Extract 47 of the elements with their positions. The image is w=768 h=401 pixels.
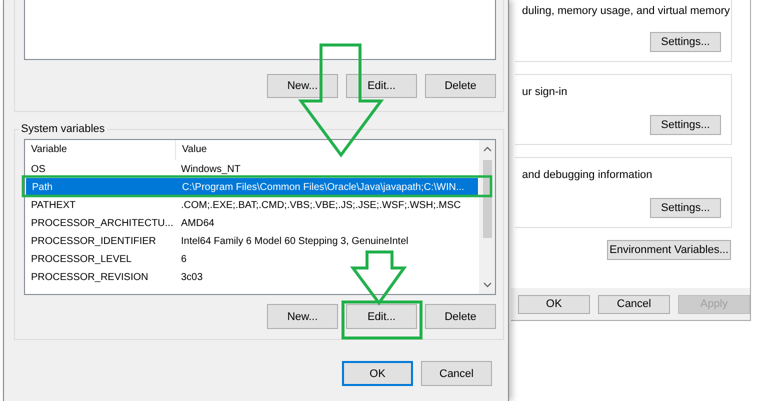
variable-row[interactable]: PATHEXT .COM;.EXE;.BAT;.CMD;.VBS;.VBE;.JS;.JSE;.WSF;.WSH;.MSC bbox=[25, 196, 479, 214]
table-cell-text: PROCESSOR_REVISION bbox=[30, 270, 150, 284]
user-variable-button[interactable]: Edit... bbox=[346, 74, 417, 98]
group-label: System variables bbox=[19, 122, 107, 136]
table-cell-text: Windows_NT bbox=[180, 162, 242, 176]
group-description: duling, memory usage, and virtual memory bbox=[522, 4, 730, 18]
system-variable-button[interactable]: Delete bbox=[425, 304, 496, 329]
settings-button[interactable]: Settings... bbox=[650, 115, 721, 135]
dialog-button[interactable]: Cancel bbox=[421, 361, 492, 386]
variable-row[interactable]: PROCESSOR_ARCHITECTU... AMD64 bbox=[25, 214, 479, 232]
group-description: and debugging information bbox=[522, 168, 652, 182]
system-variable-button[interactable]: New... bbox=[267, 304, 338, 329]
table-cell-text: Path bbox=[31, 180, 54, 194]
table-cell-text: OS bbox=[30, 162, 46, 176]
variable-row[interactable]: OS Windows_NT bbox=[25, 160, 479, 178]
column-header[interactable]: Value bbox=[176, 140, 479, 160]
variable-row[interactable]: Path C:\Program Files\Common Files\Oracle\Java\javapath;C:\WIN... bbox=[26, 178, 478, 196]
user-variables-list[interactable] bbox=[24, 0, 496, 60]
column-header[interactable]: Variable bbox=[25, 140, 176, 160]
user-variable-button[interactable]: New... bbox=[267, 74, 338, 98]
down-arrow-annotation bbox=[350, 250, 407, 306]
scroll-up-icon[interactable] bbox=[482, 145, 492, 154]
settings-button[interactable]: Settings... bbox=[650, 32, 721, 52]
dialog-button[interactable]: Cancel bbox=[598, 294, 670, 314]
table-cell-text: PATHEXT bbox=[30, 198, 77, 212]
table-cell-text: 3c03 bbox=[180, 270, 204, 284]
settings-button[interactable]: Settings... bbox=[650, 198, 721, 218]
variable-row[interactable]: PROCESSOR_IDENTIFIER Intel64 Family 6 Model 60 Stepping 3, GenuineIntel bbox=[25, 232, 479, 250]
dialog-button[interactable]: OK bbox=[342, 361, 413, 386]
variable-row[interactable]: PROCESSOR_REVISION 3c03 bbox=[25, 268, 479, 286]
user-variable-button[interactable]: Delete bbox=[425, 74, 496, 98]
table-cell-text: AMD64 bbox=[180, 216, 216, 230]
scroll-down-icon[interactable] bbox=[482, 280, 492, 289]
table-cell-text: C:\Program Files\Common Files\Oracle\Java\javapath;C:\WIN... bbox=[181, 180, 466, 194]
system-variable-button[interactable]: Edit... bbox=[346, 304, 417, 329]
table-cell-text: 6 bbox=[180, 252, 188, 266]
scrollbar[interactable] bbox=[479, 140, 495, 294]
table-cell-text: Intel64 Family 6 Model 60 Stepping 3, GenuineIntel bbox=[180, 234, 410, 248]
variable-row[interactable]: PROCESSOR_LEVEL 6 bbox=[25, 250, 479, 268]
scrollbar-thumb[interactable] bbox=[482, 160, 492, 238]
table-cell-text: PROCESSOR_IDENTIFIER bbox=[30, 234, 158, 248]
dialog-button[interactable]: OK bbox=[518, 294, 590, 314]
table-cell-text: .COM;.EXE;.BAT;.CMD;.VBS;.VBE;.JS;.JSE;.WSF;.WSH;.MSC bbox=[180, 198, 462, 212]
group-description: ur sign-in bbox=[522, 85, 568, 99]
table-cell-text: PROCESSOR_ARCHITECTU... bbox=[30, 216, 174, 230]
environment-variables-button[interactable]: Environment Variables... bbox=[607, 240, 731, 260]
table-cell-text: PROCESSOR_LEVEL bbox=[30, 252, 133, 266]
